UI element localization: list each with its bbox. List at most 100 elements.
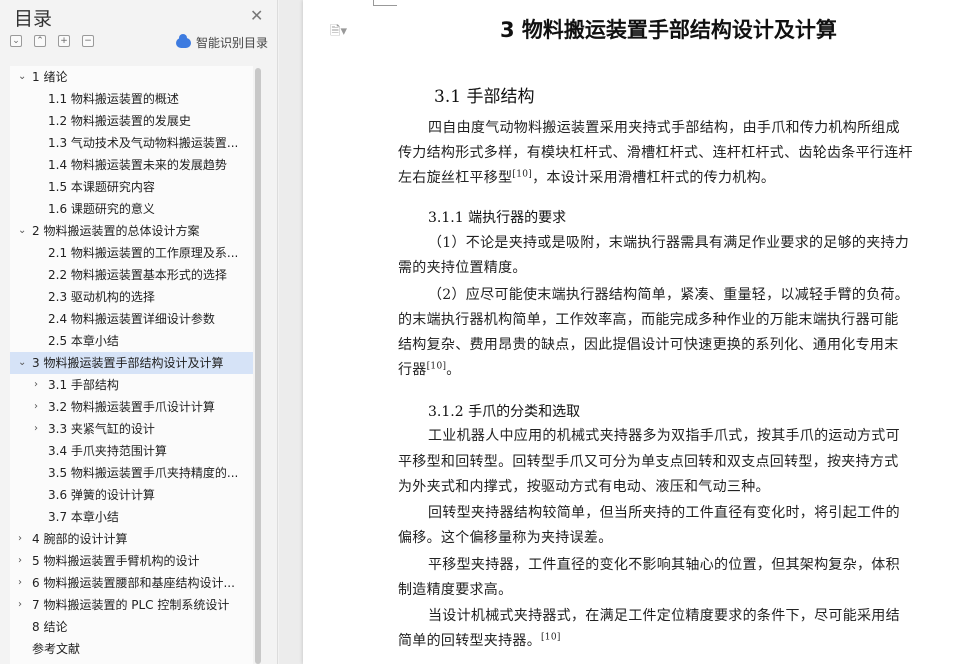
toc-item-label: 3.2 物料搬运装置手爪设计计算 <box>48 400 215 414</box>
toc-item-label: 2.5 本章小结 <box>48 334 119 348</box>
paragraph-line: 需的夹持位置精度。 <box>398 260 527 276</box>
toc-item-label: 1.4 物料搬运装置未来的发展趋势 <box>48 158 227 172</box>
toc-item[interactable]: 2.3 驱动机构的选择 <box>10 286 253 308</box>
paragraph-line: 为外夹式和内撑式，按驱动方式有电动、液压和气动三种。 <box>398 479 770 495</box>
toc-item[interactable]: › 3.3 夹紧气缸的设计 <box>10 418 253 440</box>
toc-item-label: 6 物料搬运装置腰部和基座结构设计... <box>32 576 235 590</box>
toc-item-label: 3 物料搬运装置手部结构设计及计算 <box>32 356 224 370</box>
paragraph-line: 制造精度要求高。 <box>398 582 513 598</box>
toc-item[interactable]: 1.1 物料搬运装置的概述 <box>10 88 253 110</box>
toc-item[interactable]: › 6 物料搬运装置腰部和基座结构设计... <box>10 572 253 594</box>
paragraph-line: 简单的回转型夹持器。[10] <box>398 630 561 650</box>
chevron-down-icon[interactable]: ⌄ <box>18 66 28 88</box>
chevron-right-icon[interactable]: › <box>34 374 44 396</box>
toc-item-label: 1.3 气动技术及气动物料搬运装置... <box>48 136 239 150</box>
document-icon[interactable]: 🗎▾ <box>330 22 347 44</box>
citation[interactable]: [10] <box>427 361 447 371</box>
toc-item[interactable]: 参考文献 <box>10 638 253 660</box>
expand-all-button[interactable]: ⌄ <box>10 35 22 47</box>
chevron-down-icon[interactable]: ⌄ <box>18 220 28 242</box>
smart-recognize-toc-button[interactable]: 智能识别目录 <box>176 33 269 51</box>
paragraph-text: 简单的回转型夹持器。 <box>398 633 541 649</box>
paragraph-line: 左右旋丝杠平移型[10]，本设计采用滑槽杠杆式的传力机构。 <box>398 167 775 187</box>
toc-item-label: 7 物料搬运装置的 PLC 控制系统设计 <box>32 598 230 612</box>
toc-item[interactable]: 3.5 物料搬运装置手爪夹持精度的... <box>10 462 253 484</box>
paragraph-line: 结构复杂、费用昂贵的缺点，因此提倡设计可快速更换的系列化、通用化专用末 <box>398 337 899 353</box>
toc-item[interactable]: › 7 物料搬运装置的 PLC 控制系统设计 <box>10 594 253 616</box>
paragraph-line: 偏移。这个偏移量称为夹持误差。 <box>398 530 613 546</box>
toc-item[interactable]: 1.2 物料搬运装置的发展史 <box>10 110 253 132</box>
citation[interactable]: [10] <box>541 632 561 642</box>
toc-item-label: 5 物料搬运装置手臂机构的设计 <box>32 554 200 568</box>
chevron-right-icon[interactable]: › <box>18 550 28 572</box>
chevron-right-icon[interactable]: › <box>18 594 28 616</box>
toc-item-label: 3.1 手部结构 <box>48 378 119 392</box>
toc-item-label: 2.1 物料搬运装置的工作原理及系... <box>48 246 239 260</box>
paragraph-line: 工业机器人中应用的机械式夹持器多为双指手爪式，按其手爪的运动方式可 <box>428 428 900 444</box>
toc-sidebar: 目录 ✕ ⌄ ⌃ + − 智能识别目录 ⌄ 1 绪论 1.1 物料搬运装置的概述 1.… <box>0 0 278 664</box>
chevron-right-icon[interactable]: › <box>34 418 44 440</box>
paragraph-text: 行器 <box>398 362 427 378</box>
cloud-icon <box>176 33 191 48</box>
toc-item[interactable]: › 5 物料搬运装置手臂机构的设计 <box>10 550 253 572</box>
toc-item-label: 2.4 物料搬运装置详细设计参数 <box>48 312 215 326</box>
toc-item[interactable]: › 3.1 手部结构 <box>10 374 253 396</box>
chevron-right-icon[interactable]: › <box>18 572 28 594</box>
toc-item[interactable]: 2.2 物料搬运装置基本形式的选择 <box>10 264 253 286</box>
toc-item[interactable]: 3.7 本章小结 <box>10 506 253 528</box>
citation[interactable]: [10] <box>512 169 532 179</box>
page-corner-mark <box>373 0 397 6</box>
toc-item-label: 1.5 本课题研究内容 <box>48 180 155 194</box>
chevron-right-icon[interactable]: › <box>18 528 28 550</box>
remove-heading-button[interactable]: − <box>82 35 94 47</box>
paragraph-text: ，本设计采用滑槽杠杆式的传力机构。 <box>532 170 776 186</box>
toc-item-label: 2 物料搬运装置的总体设计方案 <box>32 224 200 238</box>
section-title: 3.1 手部结构 <box>434 87 535 107</box>
toc-item[interactable]: › 3.2 物料搬运装置手爪设计计算 <box>10 396 253 418</box>
toc-item-label: 8 结论 <box>32 620 68 634</box>
toc-item-label: 3.5 物料搬运装置手爪夹持精度的... <box>48 466 239 480</box>
paragraph-line: 平移型夹持器，工件直径的变化不影响其轴心的位置，但其架构复杂，体积 <box>428 557 900 573</box>
paragraph-line: （1）不论是夹持或是吸附，末端执行器需具有满足作业要求的足够的夹持力 <box>428 235 910 251</box>
toc-item[interactable]: 8 结论 <box>10 616 253 638</box>
toc-item[interactable]: 2.1 物料搬运装置的工作原理及系... <box>10 242 253 264</box>
smart-recognize-label: 智能识别目录 <box>196 36 269 50</box>
paragraph-line: 回转型夹持器结构较简单，但当所夹持的工件直径有变化时，将引起工件的 <box>428 505 900 521</box>
toc-item[interactable]: 1.3 气动技术及气动物料搬运装置... <box>10 132 253 154</box>
subsection-title: 3.1.1 端执行器的要求 <box>428 210 567 226</box>
toc-item-label: 2.2 物料搬运装置基本形式的选择 <box>48 268 227 282</box>
toc-item-label: 3.3 夹紧气缸的设计 <box>48 422 155 436</box>
toc-item[interactable]: 1.4 物料搬运装置未来的发展趋势 <box>10 154 253 176</box>
toc-item-label: 2.3 驱动机构的选择 <box>48 290 155 304</box>
paragraph-text: 左右旋丝杠平移型 <box>398 170 513 186</box>
paragraph-line: 当设计机械式夹持器式，在满足工件定位精度要求的条件下，尽可能采用结 <box>428 608 900 624</box>
toc-item-label: 3.6 弹簧的设计计算 <box>48 488 155 502</box>
add-heading-button[interactable]: + <box>58 35 70 47</box>
toc-item[interactable]: 3.6 弹簧的设计计算 <box>10 484 253 506</box>
toc-item[interactable]: ⌄ 1 绪论 <box>10 66 253 88</box>
paragraph-text: 。 <box>446 362 461 378</box>
toc-item[interactable]: ⌄ 3 物料搬运装置手部结构设计及计算 <box>10 352 253 374</box>
sidebar-title: 目录 <box>14 8 53 30</box>
toc-item-label: 1 绪论 <box>32 70 68 84</box>
chapter-title: 3 物料搬运装置手部结构设计及计算 <box>500 18 837 42</box>
chevron-right-icon[interactable]: › <box>34 396 44 418</box>
toc-item[interactable]: ⌄ 2 物料搬运装置的总体设计方案 <box>10 220 253 242</box>
toc-item-label: 参考文献 <box>32 642 81 656</box>
sidebar-scrollbar[interactable] <box>255 68 261 664</box>
toc-item[interactable]: 1.5 本课题研究内容 <box>10 176 253 198</box>
toc-item-label: 1.2 物料搬运装置的发展史 <box>48 114 191 128</box>
toc-item[interactable]: 2.4 物料搬运装置详细设计参数 <box>10 308 253 330</box>
subsection-title: 3.1.2 手爪的分类和选取 <box>428 404 581 420</box>
toc-list: ⌄ 1 绪论 1.1 物料搬运装置的概述 1.2 物料搬运装置的发展史 1.3 气动技术… <box>10 66 253 664</box>
toc-item[interactable]: 1.6 课题研究的意义 <box>10 198 253 220</box>
toc-item[interactable]: › 4 腕部的设计计算 <box>10 528 253 550</box>
close-icon[interactable]: ✕ <box>250 6 263 25</box>
toc-item-label: 1.1 物料搬运装置的概述 <box>48 92 179 106</box>
collapse-all-button[interactable]: ⌃ <box>34 35 46 47</box>
toc-item[interactable]: 3.4 手爪夹持范围计算 <box>10 440 253 462</box>
toc-item[interactable]: 2.5 本章小结 <box>10 330 253 352</box>
paragraph-line: 传力结构形式多样，有模块杠杆式、滑槽杠杆式、连杆杠杆式、齿轮齿条平行连杆 <box>398 145 913 161</box>
chevron-down-icon[interactable]: ⌄ <box>18 352 28 374</box>
toc-item-label: 3.4 手爪夹持范围计算 <box>48 444 167 458</box>
